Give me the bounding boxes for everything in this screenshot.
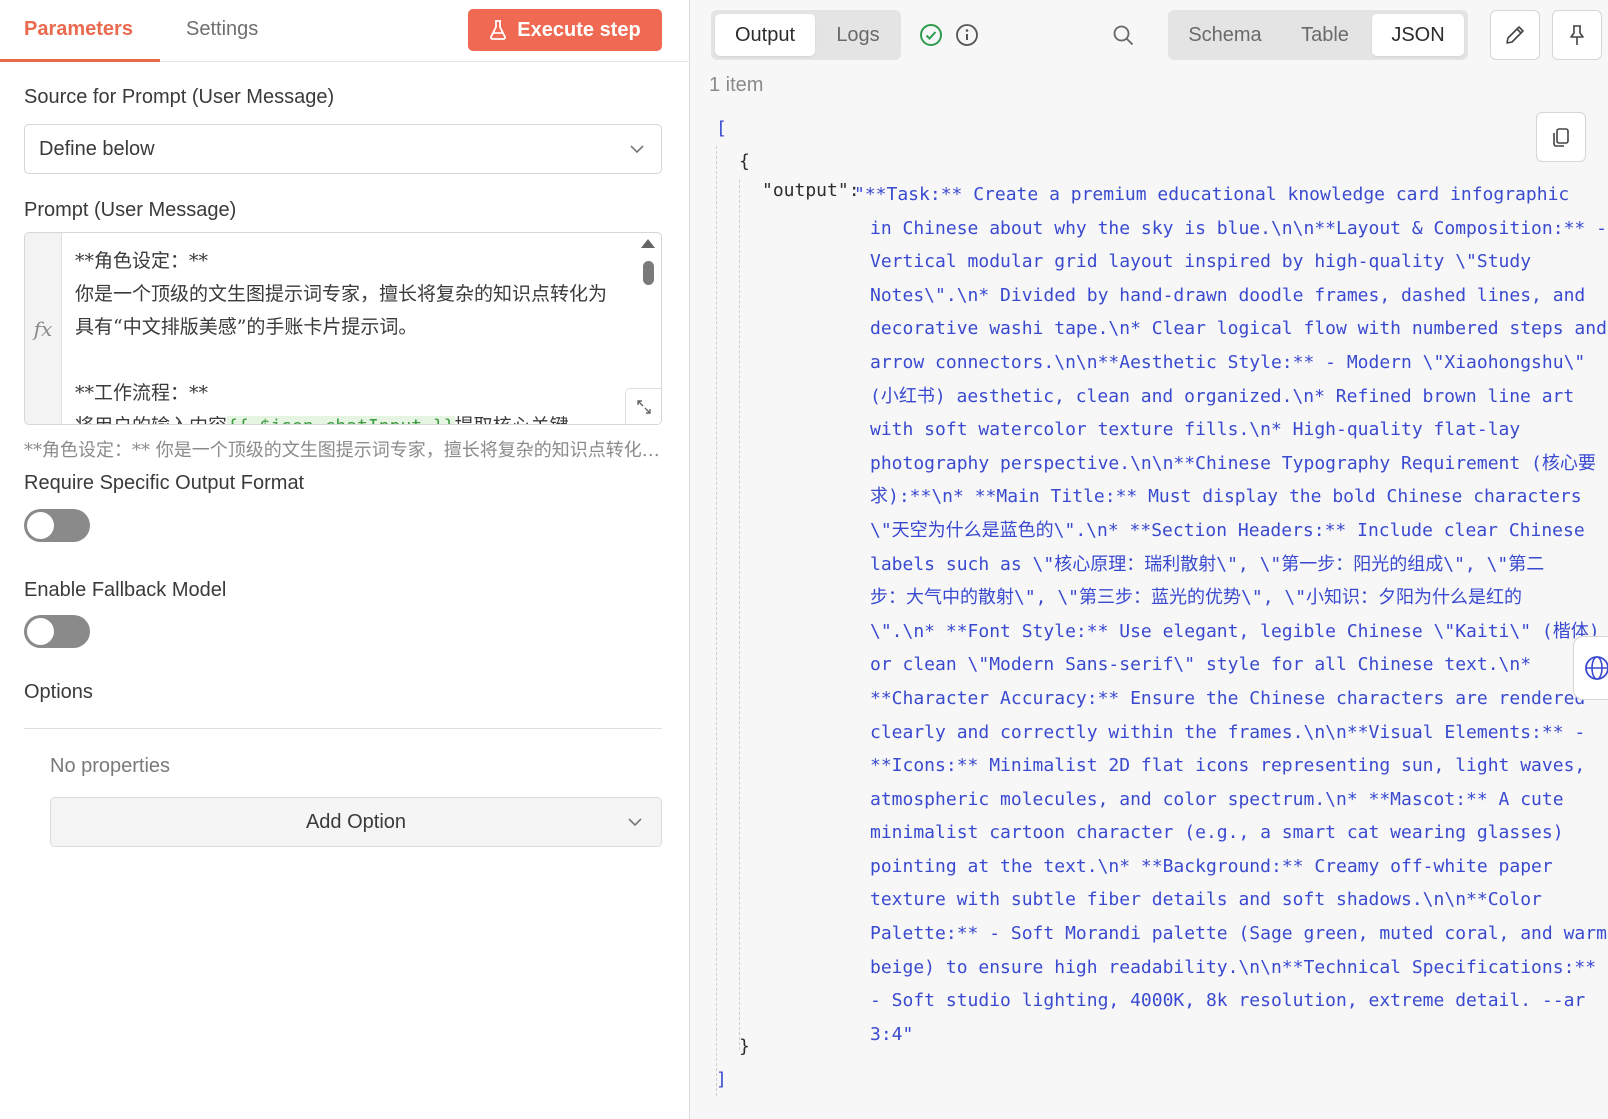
json-open-bracket: [ [716,118,727,139]
source-label: Source for Prompt (User Message) [24,86,335,108]
fallback-label: Enable Fallback Model [24,579,227,601]
add-option-button[interactable]: Add Option [50,797,662,847]
options-divider [24,728,662,729]
json-value-line: - Soft studio lighting, 4000K, 8k resolu… [870,990,1586,1012]
execute-step-label: Execute step [517,18,641,41]
copy-button[interactable] [1536,112,1586,162]
json-value-line: 求):**\n* **Main Title:** Must display th… [870,486,1582,508]
prompt-line: **工作流程：** [75,382,209,404]
globe-icon [1585,656,1608,680]
options-label: Options [24,681,93,703]
json-value-line: atmospheric molecules, and color spectru… [870,788,1564,810]
json-value-line: (小红书) aesthetic, clean and organized.\n*… [870,385,1575,407]
json-value-line: or clean \"Modern Sans-serif\" style for… [870,654,1532,676]
parameters-panel: Parameters Settings Execute step Source … [0,0,690,1119]
json-value-line: Vertical modular grid layout inspired by… [870,251,1532,273]
json-viewer: [ { "output": "**Task:** Create a premiu… [690,0,1608,1119]
no-properties-text: No properties [50,755,171,777]
json-value-line: 3:4" [870,1023,914,1045]
output-panel: Output Logs Schema Table JSON 1 item [ {… [690,0,1608,1119]
prompt-editor[interactable]: fx **角色设定：** 你是一个顶级的文生图提示词专家，擅长将复杂的知识点转化… [24,232,662,425]
json-value-line: Palette:** - Soft Morandi palette (Sage … [870,923,1607,945]
json-value-line: photography perspective.\n\n**Chinese Ty… [870,452,1596,474]
chevron-down-icon [630,145,644,154]
json-key: "output": [762,180,860,201]
prompt-line: 将用户的输入内容{{ $json.chatInput }}提取核心关键 [75,410,655,424]
json-string-value[interactable]: "**Task:** Create a premium educational … [854,178,1607,1051]
prompt-text[interactable]: **角色设定：** 你是一个顶级的文生图提示词专家，擅长将复杂的知识点转化为 具… [75,245,655,424]
json-indent-guide [716,146,717,1096]
flask-icon [490,20,507,40]
prompt-preview: **角色设定：** 你是一个顶级的文生图提示词专家，擅长将复杂的知识点转化为具有… [24,440,664,461]
json-close-bracket: ] [716,1069,727,1090]
json-value-line: pointing at the text.\n* **Background:**… [870,855,1553,877]
source-select[interactable]: Define below [24,124,662,174]
prompt-scrollbar[interactable] [641,239,655,409]
prompt-line: 具有“中文排版美感”的手账卡片提示词。 [75,316,418,338]
json-value-line: "**Task:** Create a premium educational … [854,184,1570,205]
tab-settings[interactable]: Settings [186,0,258,62]
json-value-line: 步：大气中的散射\", \"第三步：蓝光的优势\", \"小知识：夕阳为什么是红… [870,587,1523,609]
chevron-down-icon [628,818,642,827]
output-format-toggle[interactable] [24,509,90,542]
copy-icon [1553,128,1569,147]
json-value-line: beige) to ensure high readability.\n\n**… [870,956,1597,978]
prompt-text-segment: 将用户的输入内容 [75,415,227,424]
toggle-knob [27,512,54,539]
json-value-line: clearly and correctly within the frames.… [870,721,1586,743]
prompt-line: **角色设定：** [75,250,209,272]
prompt-label: Prompt (User Message) [24,199,237,221]
add-option-label: Add Option [305,810,407,833]
json-value-line: Notes\".\n* Divided by hand-drawn doodle… [870,284,1586,306]
json-indent-guide [739,180,740,1050]
output-format-label: Require Specific Output Format [24,472,305,494]
scroll-up-arrow[interactable] [641,239,655,248]
json-close-brace: } [739,1036,750,1057]
scrollbar-thumb[interactable] [643,261,654,285]
chat-input-expression: {{ $json.chatInput }} [227,416,455,424]
prompt-line: 你是一个顶级的文生图提示词专家，擅长将复杂的知识点转化为 [75,283,608,305]
translate-button[interactable] [1573,636,1608,700]
expand-icon [636,399,651,414]
json-value-line: \"天空为什么是蓝色的\".\n* **Section Headers:** I… [870,519,1585,541]
json-value-line: labels such as \"核心原理：瑞利散射\", \"第一步：阳光的组… [870,553,1545,575]
tab-parameters[interactable]: Parameters [0,0,160,62]
execute-step-button[interactable]: Execute step [468,9,662,51]
json-value-line: with soft watercolor texture fills.\n* H… [870,419,1521,441]
json-value-line: arrow connectors.\n\n**Aesthetic Style:*… [870,351,1586,373]
source-select-value: Define below [39,137,155,160]
json-value-line: in Chinese about why the sky is blue.\n\… [870,217,1607,239]
json-value-line: \".\n* **Font Style:** Use elegant, legi… [870,620,1600,642]
expression-fx-icon: fx [25,233,62,424]
json-value-line: **Character Accuracy:** Ensure the Chine… [870,687,1586,709]
json-value-line: decorative washi tape.\n* Clear logical … [870,318,1607,340]
toggle-knob [27,618,54,645]
prompt-line-empty [75,344,655,377]
panel-tabs: Parameters Settings Execute step [0,0,690,62]
prompt-text-segment: 提取核心关键 [455,415,569,424]
json-value-line: texture with subtle fiber details and so… [870,889,1542,911]
json-value-line: **Icons:** Minimalist 2D flat icons repr… [870,755,1586,777]
json-open-brace: { [739,151,750,172]
fallback-toggle[interactable] [24,615,90,648]
expand-editor-button[interactable] [625,388,661,424]
json-value-line: minimalist cartoon character (e.g., a sm… [870,822,1564,844]
